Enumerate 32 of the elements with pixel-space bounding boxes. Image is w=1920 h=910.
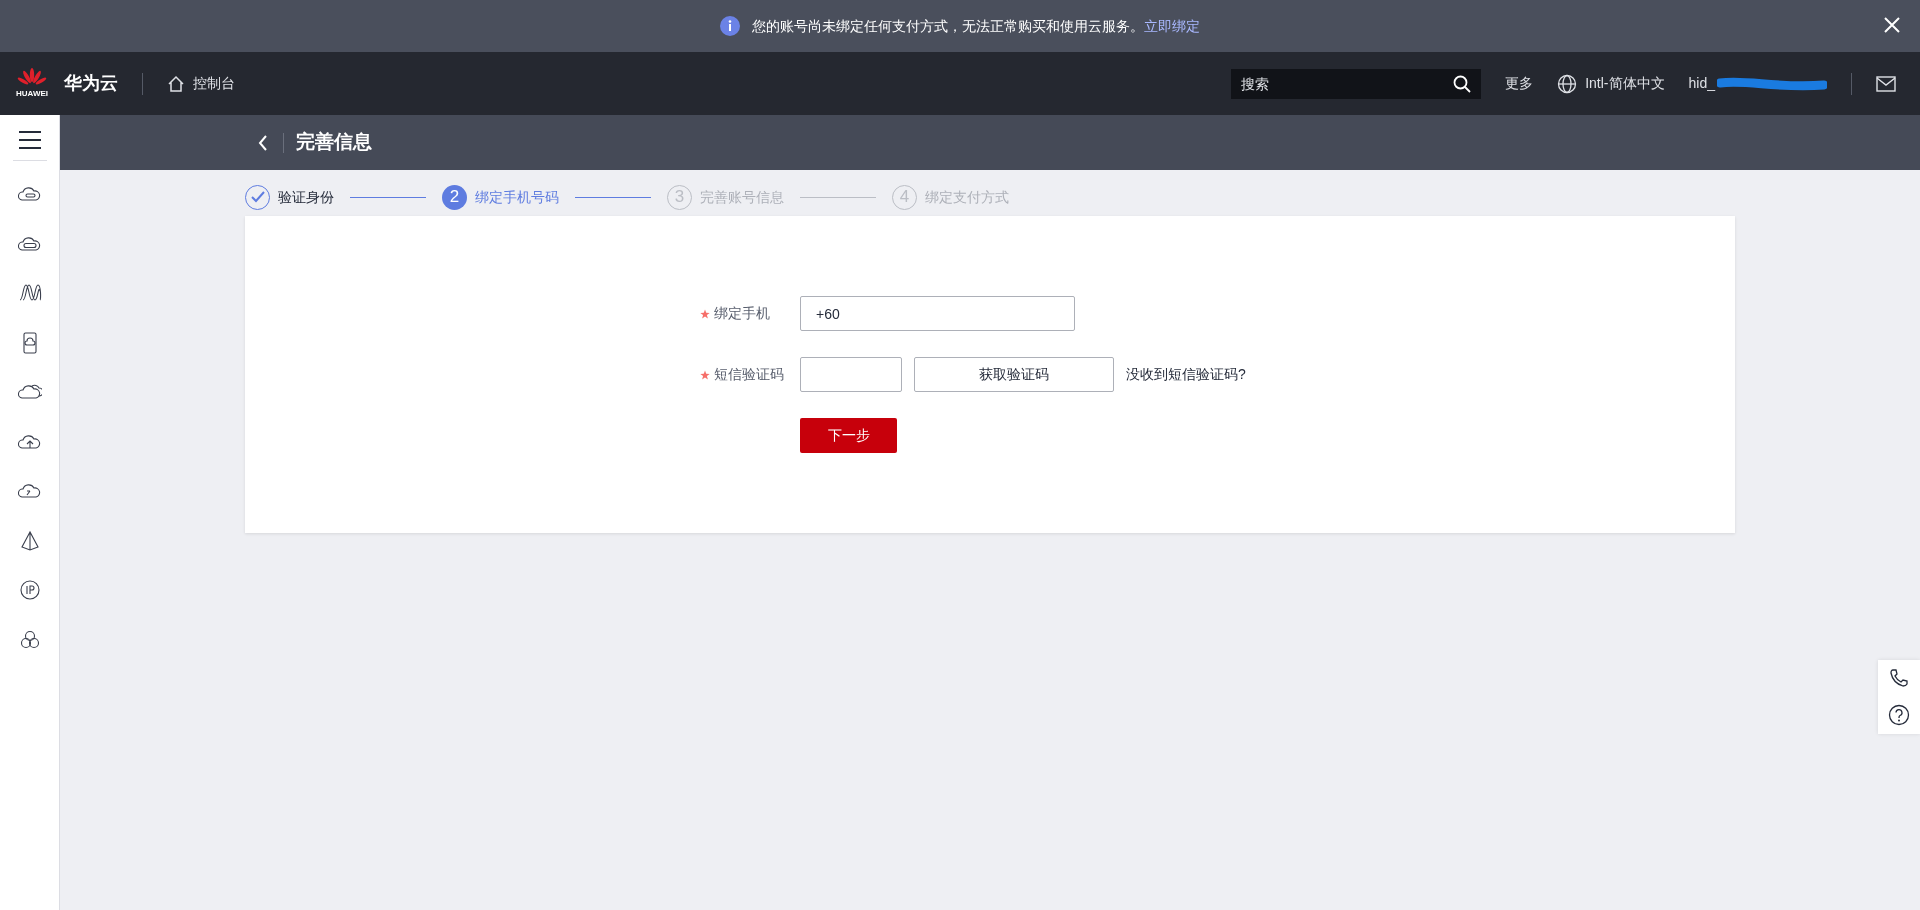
notice-text: 您的账号尚未绑定任何支付方式，无法正常购买和使用云服务。 <box>752 17 1144 34</box>
more-link[interactable]: 更多 <box>1505 73 1534 94</box>
phone-icon[interactable] <box>1889 668 1909 688</box>
search-icon[interactable] <box>1453 74 1472 93</box>
help-icon[interactable] <box>1888 704 1910 726</box>
ip-icon[interactable] <box>17 578 42 602</box>
get-code-button[interactable]: 获取验证码 <box>914 357 1114 392</box>
mail-icon[interactable] <box>1876 75 1896 92</box>
no-code-link[interactable]: 没收到短信验证码? <box>1126 364 1246 385</box>
step-label: 绑定手机号码 <box>475 187 559 207</box>
bind-link[interactable]: 立即绑定 <box>1144 17 1200 34</box>
username-text[interactable]: hid_ <box>1688 73 1715 94</box>
phone-input[interactable]: +60 <box>800 296 1075 331</box>
search-field[interactable]: 搜索 <box>1231 68 1482 99</box>
globe-icon <box>1557 73 1578 94</box>
menu-icon[interactable] <box>17 130 42 150</box>
step-label: 验证身份 <box>278 187 334 207</box>
field-label: 绑定手机 <box>714 305 770 321</box>
info-icon <box>720 16 740 36</box>
logo-text: HUAWEI <box>16 87 48 100</box>
page-title: 完善信息 <box>296 130 372 155</box>
step-number: 2 <box>442 184 467 210</box>
console-link[interactable]: 控制台 <box>167 73 235 94</box>
step-label: 绑定支付方式 <box>925 187 1009 207</box>
sms-code-input[interactable] <box>800 357 902 392</box>
home-icon <box>167 74 185 93</box>
back-chevron-icon[interactable] <box>257 133 269 152</box>
next-button[interactable]: 下一步 <box>800 418 897 453</box>
step-label: 完善账号信息 <box>700 187 784 207</box>
field-label: 短信验证码 <box>714 366 784 382</box>
language-link[interactable]: Intl-简体中文 <box>1557 73 1665 94</box>
brand-name[interactable]: 华为云 <box>64 70 118 97</box>
